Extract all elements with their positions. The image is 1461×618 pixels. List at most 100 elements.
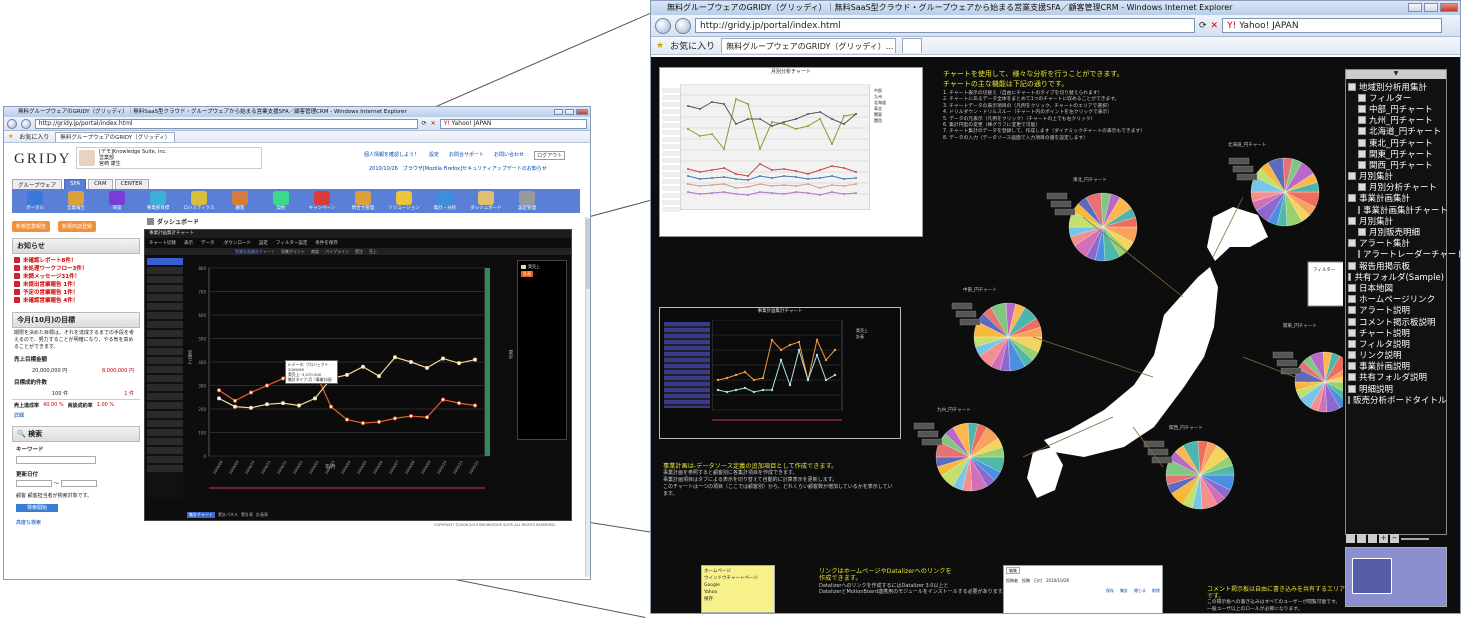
tree-item[interactable]: 月別分析チャート xyxy=(1348,182,1444,193)
business-plan-chart-window[interactable]: 事業計画集計チャート 実売上 計画 xyxy=(659,307,901,439)
tree-item[interactable]: 関西_円チャート xyxy=(1348,159,1444,171)
tool-button[interactable]: 問合せ管理 xyxy=(344,191,382,211)
list-item[interactable] xyxy=(147,267,183,274)
list-item[interactable] xyxy=(147,366,183,373)
tool-button[interactable]: 営業報告 xyxy=(57,191,95,211)
list-item[interactable] xyxy=(147,447,183,454)
date-to-input[interactable] xyxy=(61,480,98,487)
business-plan-line-chart[interactable] xyxy=(712,320,852,424)
bottom-tab-plan[interactable]: 計画表 xyxy=(256,512,268,518)
notice-item[interactable]: 予定の営業報告 1件！ xyxy=(14,288,138,296)
refresh-icon[interactable]: ⟳ xyxy=(1199,21,1207,31)
new-deal-button[interactable]: 新規商談登録 xyxy=(58,221,97,232)
list-item[interactable] xyxy=(147,420,183,427)
bottom-tab-panel[interactable]: 累計パネル xyxy=(218,512,238,518)
tree-item[interactable]: フィルター xyxy=(1348,92,1444,104)
link-profile[interactable]: 個人情報を確認しよう！ xyxy=(364,151,419,160)
monthly-line-chart[interactable] xyxy=(680,84,870,210)
keyword-input[interactable] xyxy=(16,456,96,464)
tree-item[interactable]: 明細説明 xyxy=(1348,383,1444,395)
zoom-slider[interactable] xyxy=(1401,538,1429,540)
close-button[interactable] xyxy=(1440,3,1458,12)
subtab-orders[interactable]: 受注 xyxy=(355,249,363,255)
list-item[interactable] xyxy=(147,384,183,391)
monthly-chart-window[interactable]: 月別分析チャート 中部 九州 北海道 東北 関東 関西 xyxy=(659,67,923,237)
yahoo-link[interactable]: Yahoo xyxy=(704,589,772,596)
tree-item[interactable]: 日本地図 xyxy=(1348,282,1444,294)
security-notice[interactable]: 2010/10/26 ブラウザ[Mozilla Firefox]セキュリティアッ… xyxy=(369,165,547,172)
tree-item[interactable]: 地域別分析用集計 xyxy=(1348,81,1444,93)
advanced-search-link[interactable]: 高度な検索 xyxy=(12,515,140,530)
tree-item[interactable]: 共有フォルダ説明 xyxy=(1348,372,1444,383)
comment-save[interactable]: 保存 xyxy=(1106,588,1114,594)
tree-item[interactable]: 月別集計 xyxy=(1348,171,1444,182)
tree-item[interactable]: 販売分析ボードタイトル xyxy=(1348,394,1447,406)
search-box[interactable]: Y! Yahoo! JAPAN xyxy=(439,118,588,129)
tree-item[interactable]: 九州_円チャート xyxy=(1348,115,1444,126)
comment-close[interactable]: 閉じる xyxy=(1134,588,1146,594)
legend-item[interactable]: 計画 xyxy=(856,334,868,340)
list-item[interactable] xyxy=(147,321,183,328)
notice-item[interactable]: 未確認営業報告 4件！ xyxy=(14,296,138,304)
list-item[interactable] xyxy=(147,456,183,463)
tool-button[interactable]: ロジスティクス xyxy=(180,191,218,211)
list-item[interactable] xyxy=(147,258,183,265)
address-bar[interactable]: http://gridy.jp/portal/index.html xyxy=(34,118,418,129)
close-button[interactable] xyxy=(576,109,588,115)
google-link[interactable]: Google xyxy=(704,582,772,589)
minimize-button[interactable] xyxy=(1408,3,1422,12)
window-chart-link[interactable]: ウインドウチャートページ xyxy=(704,575,772,582)
japan-map[interactable]: 北海道_円チャート東北_円チャート中部_円チャート関東_円チャート九州_円チャー… xyxy=(913,97,1343,577)
filter-button[interactable]: フィルター設定 xyxy=(276,240,307,246)
date-from-input[interactable] xyxy=(16,480,52,487)
star-icon[interactable]: ★ xyxy=(656,41,664,51)
address-bar[interactable]: http://gridy.jp/portal/index.html xyxy=(695,18,1195,33)
tool-button[interactable]: キャンペーン xyxy=(303,191,341,211)
list-item[interactable] xyxy=(147,276,183,283)
logout-button[interactable]: ログアウト xyxy=(534,151,566,160)
plan-line-chart[interactable]: 800 700 600 500 400 300 200 100 0 2008/08 2008/09 2… xyxy=(185,256,505,508)
stop-icon[interactable]: ✕ xyxy=(431,120,436,127)
list-item[interactable] xyxy=(147,330,183,337)
back-icon[interactable] xyxy=(655,17,671,34)
tree-item[interactable]: アラート説明 xyxy=(1348,305,1444,316)
view-button[interactable]: 表示 xyxy=(184,240,193,246)
forward-icon[interactable] xyxy=(20,118,31,129)
list-item[interactable] xyxy=(147,339,183,346)
tree-item[interactable]: ホームページリンク xyxy=(1348,294,1444,305)
new-tab-button[interactable] xyxy=(902,38,923,53)
tree-item[interactable]: リンク説明 xyxy=(1348,350,1444,361)
new-report-button[interactable]: 新規営業報告 xyxy=(12,221,51,232)
search-button[interactable]: 検索開始 xyxy=(16,504,58,512)
subtab-points[interactable]: 収集ポイント xyxy=(281,249,305,255)
tree-item[interactable]: フィルタ説明 xyxy=(1348,338,1444,350)
tree-item[interactable]: 事業計画集計 xyxy=(1348,193,1444,204)
maximize-button[interactable] xyxy=(1424,3,1438,12)
favorites-label[interactable]: お気に入り xyxy=(670,39,715,52)
tree-item[interactable]: 北海道_円チャート xyxy=(1348,126,1444,137)
bottom-tab-chart[interactable]: 集計チャート xyxy=(187,512,215,518)
list-item[interactable] xyxy=(147,393,183,400)
grid-icon[interactable] xyxy=(1357,534,1366,543)
list-item[interactable] xyxy=(147,357,183,364)
tree-item[interactable]: 事業計画集計チャート xyxy=(1348,204,1448,216)
tree-item[interactable]: 月別販売明細 xyxy=(1348,226,1444,238)
notice-item[interactable]: 未読メッセージ31件！ xyxy=(14,272,138,280)
settings-button[interactable]: 設定 xyxy=(259,240,268,246)
notice-item[interactable]: 未処理ワークフロー3件！ xyxy=(14,264,138,272)
tree-item[interactable]: 報告用掲示板 xyxy=(1348,260,1444,272)
tool-button[interactable]: ソリューション xyxy=(385,191,423,211)
list-item[interactable] xyxy=(147,411,183,418)
list-item[interactable] xyxy=(147,375,183,382)
list-item[interactable] xyxy=(147,402,183,409)
download-button[interactable]: .ダウンロード xyxy=(222,240,250,246)
browser-tab[interactable]: 無料グループウェアのGRIDY（グリッディ）... xyxy=(721,38,897,53)
stop-icon[interactable]: ✕ xyxy=(1211,21,1219,31)
overview-navigator[interactable]: + − xyxy=(1345,534,1447,607)
subtab-pipeline[interactable]: パイプライン xyxy=(325,249,349,255)
list-item[interactable] xyxy=(147,285,183,292)
save-link[interactable]: 保存 xyxy=(704,596,772,603)
tree-collapse-icon[interactable]: ▼ xyxy=(1346,70,1446,79)
back-icon[interactable] xyxy=(7,118,17,129)
refresh-icon[interactable]: ⟳ xyxy=(422,120,427,127)
